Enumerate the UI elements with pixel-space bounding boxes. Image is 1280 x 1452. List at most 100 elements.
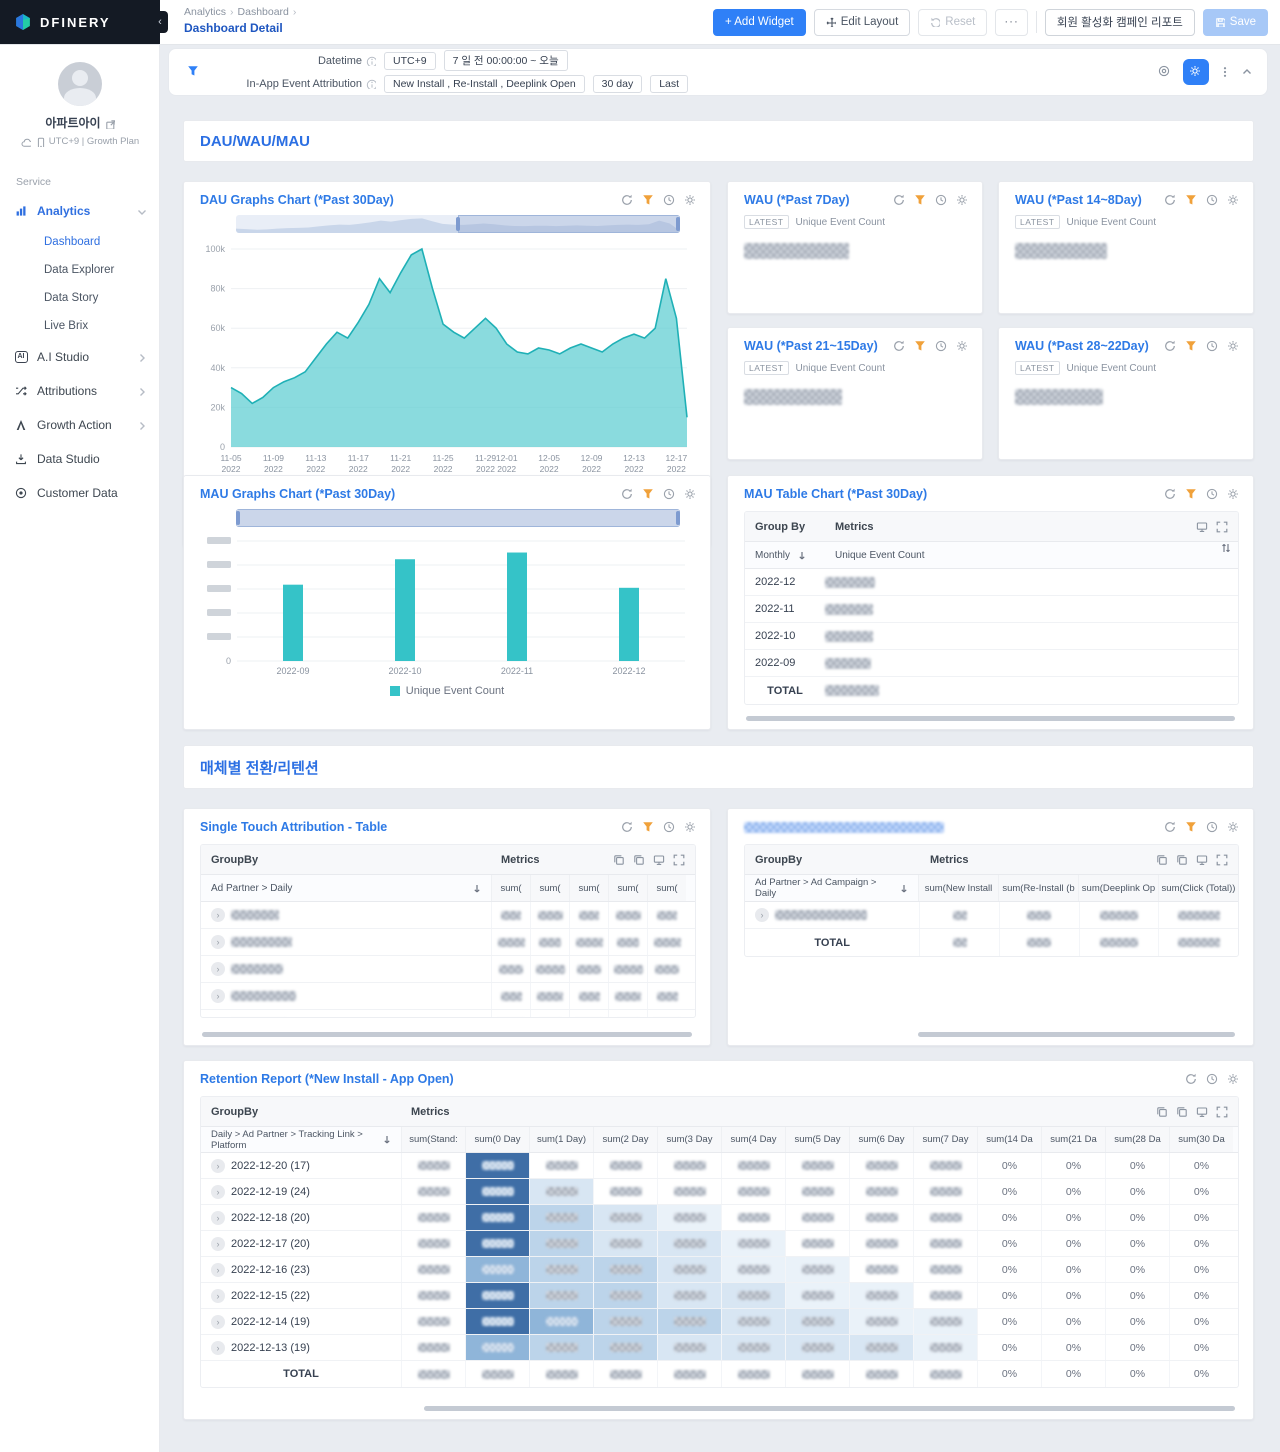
filter-funnel-icon[interactable] (187, 64, 202, 79)
sidebar-item-data-explorer[interactable]: Data Explorer (0, 256, 160, 284)
refresh-icon[interactable] (1164, 488, 1176, 500)
clock-icon[interactable] (663, 821, 675, 833)
sidebar-collapse-button[interactable]: ‹ (152, 11, 168, 33)
row-expand-button[interactable]: › (755, 908, 769, 922)
arrow-down-icon[interactable] (898, 883, 908, 893)
last-chip[interactable]: Last (650, 74, 689, 93)
filter-icon[interactable] (642, 488, 654, 500)
filter-icon[interactable] (914, 340, 926, 352)
refresh-icon[interactable] (893, 340, 905, 352)
row-expand-button[interactable]: › (211, 908, 225, 922)
clock-icon[interactable] (1206, 194, 1218, 206)
filter-icon[interactable] (1185, 340, 1197, 352)
row-expand-button[interactable]: › (211, 1210, 225, 1225)
row-expand-button[interactable]: › (211, 1184, 225, 1199)
clock-icon[interactable] (935, 194, 947, 206)
metric-column-header[interactable]: sum( (491, 875, 530, 901)
copy-icon[interactable] (613, 854, 625, 866)
arrow-down-icon[interactable] (381, 1134, 391, 1145)
gear-icon[interactable] (684, 194, 696, 206)
display-icon[interactable] (1196, 521, 1208, 533)
breadcrumb-analytics[interactable]: Analytics (184, 6, 226, 18)
report-name-button[interactable]: 회원 활성화 캠페인 리포트 (1044, 8, 1195, 36)
arrow-down-icon[interactable] (796, 550, 806, 560)
expand-icon[interactable] (1216, 854, 1228, 866)
brush-handle-right[interactable] (676, 511, 680, 525)
date-range-chip[interactable]: 7 일 전 00:00:00 ~ 오늘 (443, 50, 568, 71)
brush-handle-right[interactable] (676, 217, 680, 231)
gear-icon[interactable] (684, 488, 696, 500)
horizontal-scrollbar[interactable] (746, 716, 1235, 721)
refresh-icon[interactable] (1164, 340, 1176, 352)
expand-icon[interactable] (673, 854, 685, 866)
sidebar-item-live-brix[interactable]: Live Brix (0, 312, 160, 340)
brush-selection[interactable] (458, 215, 680, 233)
more-vertical-icon[interactable] (1219, 66, 1231, 78)
refresh-icon[interactable] (621, 488, 633, 500)
sidebar-item-growth-action[interactable]: Growth Action (0, 408, 160, 442)
event-types-chip[interactable]: New Install , Re-Install , Deeplink Open (384, 74, 585, 93)
metric-column-header[interactable]: sum(New Install (918, 875, 998, 901)
metric-column-header[interactable]: sum(4 Day (721, 1127, 785, 1152)
filter-settings-button[interactable] (1183, 59, 1209, 85)
group-value[interactable]: Monthly (745, 542, 825, 568)
sidebar-item-ai-studio[interactable]: AI A.I Studio (0, 340, 160, 374)
mau-zoom-brush[interactable] (236, 509, 680, 527)
row-expand-button[interactable]: › (211, 1262, 225, 1277)
brush-handle-left[interactable] (236, 511, 240, 525)
horizontal-scrollbar[interactable] (918, 1032, 1235, 1037)
clock-icon[interactable] (935, 340, 947, 352)
filter-icon[interactable] (1185, 488, 1197, 500)
row-expand-button[interactable]: › (211, 962, 225, 976)
metric-column-header[interactable]: sum(7 Day (913, 1127, 977, 1152)
duplicate-icon[interactable] (633, 854, 645, 866)
copy-icon[interactable] (1156, 854, 1168, 866)
filter-icon[interactable] (642, 194, 654, 206)
clock-icon[interactable] (1206, 488, 1218, 500)
row-expand-button[interactable]: › (211, 1340, 225, 1355)
group-value[interactable]: Ad Partner > Ad Campaign > Daily (745, 875, 918, 901)
copy-icon[interactable] (1156, 1106, 1168, 1118)
metric-column-header[interactable]: sum( (608, 875, 647, 901)
gear-icon[interactable] (1227, 194, 1239, 206)
group-value[interactable]: Daily > Ad Partner > Tracking Link > Pla… (201, 1127, 401, 1152)
clock-icon[interactable] (1206, 1073, 1218, 1085)
clock-icon[interactable] (663, 194, 675, 206)
metric-column-header[interactable]: sum(5 Day (785, 1127, 849, 1152)
refresh-icon[interactable] (893, 194, 905, 206)
clock-icon[interactable] (1206, 340, 1218, 352)
horizontal-scrollbar[interactable] (424, 1406, 1235, 1411)
sidebar-item-attributions[interactable]: Attributions (0, 374, 160, 408)
refresh-icon[interactable] (621, 821, 633, 833)
metric-column-header[interactable]: sum(14 Da (977, 1127, 1041, 1152)
metric-column-header[interactable]: sum( (530, 875, 569, 901)
filter-icon[interactable] (642, 821, 654, 833)
row-expand-button[interactable]: › (211, 1158, 225, 1173)
refresh-icon[interactable] (621, 194, 633, 206)
sidebar-item-customer-data[interactable]: Customer Data (0, 476, 160, 510)
brush-selection[interactable] (236, 509, 680, 527)
metric-column-header[interactable]: sum(Click (Total)) (1158, 875, 1238, 901)
row-expand-button[interactable]: › (211, 1016, 225, 1017)
sidebar-item-analytics[interactable]: Analytics (0, 194, 160, 228)
arrow-down-icon[interactable] (471, 883, 481, 893)
metric-column-header[interactable]: sum(6 Day (849, 1127, 913, 1152)
filter-icon[interactable] (914, 194, 926, 206)
filter-icon[interactable] (1185, 194, 1197, 206)
expand-icon[interactable] (1216, 521, 1228, 533)
breadcrumb-dashboard[interactable]: Dashboard (238, 6, 289, 18)
sidebar-item-dashboard[interactable]: Dashboard (0, 228, 160, 256)
avatar[interactable] (58, 62, 102, 106)
clock-icon[interactable] (1206, 821, 1218, 833)
gear-icon[interactable] (684, 821, 696, 833)
view-settings-icon[interactable] (1158, 65, 1173, 80)
row-expand-button[interactable]: › (211, 989, 225, 1003)
row-expand-button[interactable]: › (211, 1288, 225, 1303)
display-icon[interactable] (1196, 854, 1208, 866)
metric-column-header[interactable]: sum(28 Da (1105, 1127, 1169, 1152)
refresh-icon[interactable] (1164, 821, 1176, 833)
refresh-icon[interactable] (1185, 1073, 1197, 1085)
brush-handle-left[interactable] (456, 217, 460, 231)
filter-icon[interactable] (1185, 821, 1197, 833)
horizontal-scrollbar[interactable] (202, 1032, 692, 1037)
